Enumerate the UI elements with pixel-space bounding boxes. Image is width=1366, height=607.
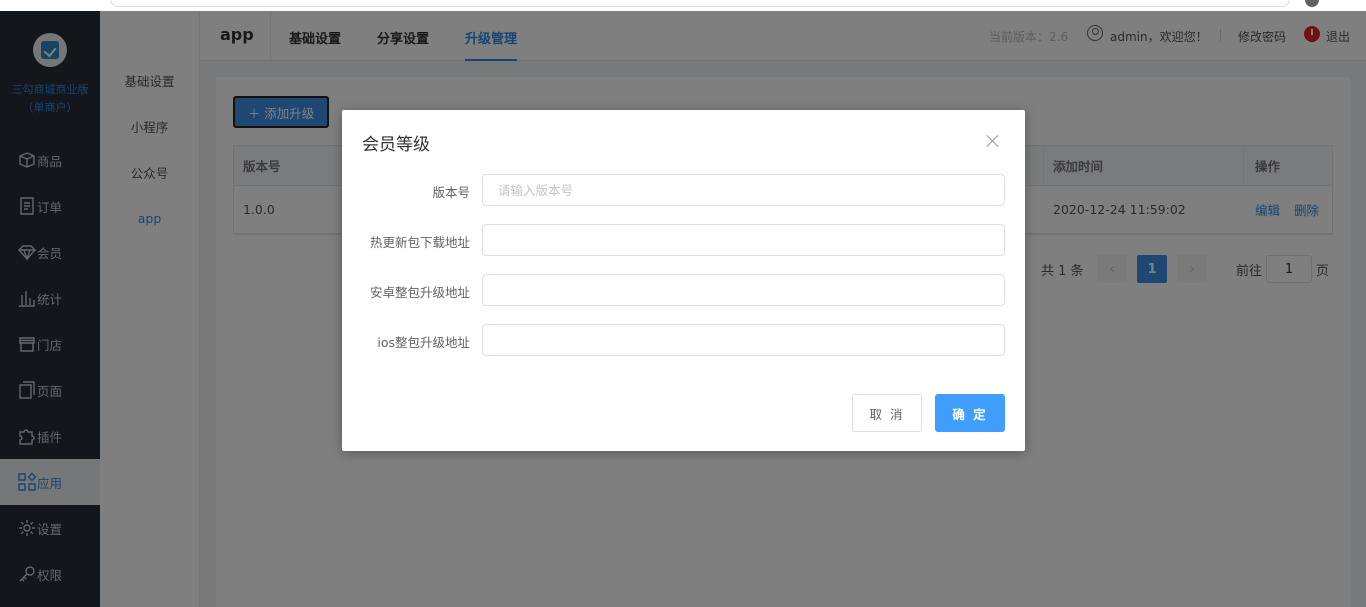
ios-url-input[interactable] bbox=[482, 324, 1005, 356]
field-label-hot-update-url: 热更新包下载地址 bbox=[369, 235, 470, 250]
confirm-button[interactable]: 确 定 bbox=[935, 394, 1005, 432]
upgrade-dialog: 会员等级 版本号 热更新包下载地址 安卓整包升级地址 ios整包升级地址 取 消… bbox=[342, 110, 1025, 451]
field-label-android-url: 安卓整包升级地址 bbox=[369, 285, 470, 300]
browser-address-strip bbox=[0, 0, 1366, 11]
close-icon[interactable] bbox=[986, 134, 1000, 148]
field-label-ios-url: ios整包升级地址 bbox=[377, 335, 470, 350]
address-bar[interactable] bbox=[110, 0, 1290, 7]
android-url-input[interactable] bbox=[482, 274, 1005, 306]
browser-profile-icon[interactable] bbox=[1305, 0, 1319, 7]
version-input[interactable] bbox=[482, 174, 1005, 206]
cancel-button[interactable]: 取 消 bbox=[852, 394, 922, 432]
hot-update-url-input[interactable] bbox=[482, 224, 1005, 256]
dialog-title: 会员等级 bbox=[362, 135, 430, 155]
field-label-version: 版本号 bbox=[432, 185, 470, 200]
